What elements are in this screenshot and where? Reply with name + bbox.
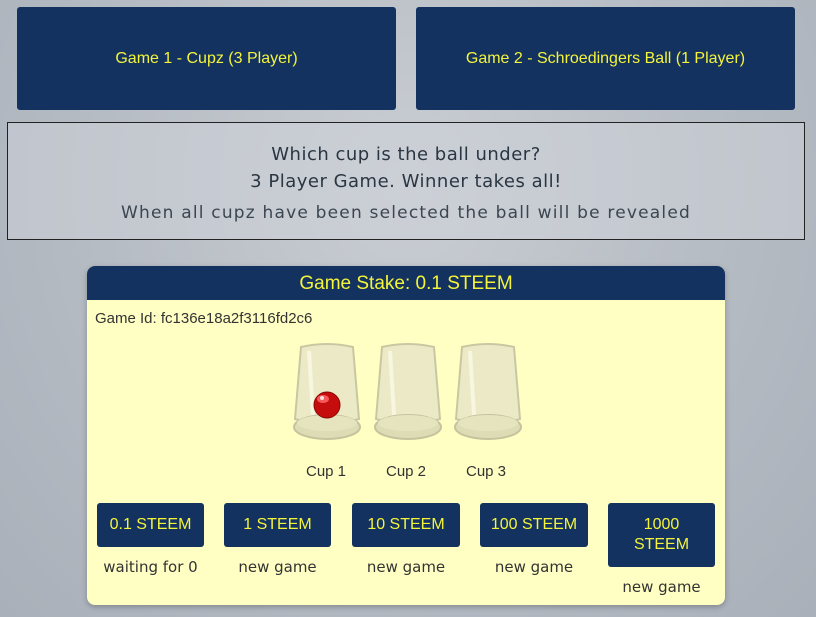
game-id: Game Id: fc136e18a2f3116fd2c6 (95, 310, 313, 327)
game-stake-title: Game Stake: 0.1 STEEM (87, 266, 725, 300)
stake-button-1[interactable]: 1 STEEM (224, 503, 331, 547)
instructions-rules: 3 Player Game. Winner takes all! (250, 171, 562, 192)
stake-button-10[interactable]: 10 STEEM (352, 503, 460, 547)
cup-1-icon (293, 343, 361, 440)
cup-3-icon (454, 343, 522, 440)
cup-3[interactable] (454, 341, 522, 446)
stake-button-100[interactable]: 100 STEEM (480, 503, 588, 547)
cup-2-label: Cup 2 (385, 463, 427, 480)
game-card: Game Stake: 0.1 STEEM Game Id: fc136e18a… (87, 266, 725, 605)
stake-status-0-1: waiting for 0 (103, 558, 198, 576)
stake-status-1: new game (238, 558, 317, 576)
instructions-panel: Which cup is the ball under? 3 Player Ga… (7, 122, 805, 240)
cup-3-label: Cup 3 (465, 463, 507, 480)
stake-status-1000: new game (622, 578, 701, 596)
stake-button-1000[interactable]: 1000 STEEM (608, 503, 715, 567)
game-2-button[interactable]: Game 2 - Schroedingers Ball (1 Player) (416, 7, 795, 110)
ball-icon (313, 391, 341, 419)
stake-status-10: new game (366, 558, 446, 576)
stake-status-100: new game (494, 558, 574, 576)
cup-2[interactable] (374, 341, 442, 446)
cup-1[interactable] (293, 341, 361, 446)
game-1-button[interactable]: Game 1 - Cupz (3 Player) (17, 7, 396, 110)
instructions-reveal-note: When all cupz have been selected the bal… (121, 203, 691, 223)
instructions-question: Which cup is the ball under? (271, 144, 541, 165)
cup-1-label: Cup 1 (305, 463, 347, 480)
stake-button-0-1[interactable]: 0.1 STEEM (97, 503, 204, 547)
cup-2-icon (374, 343, 442, 440)
